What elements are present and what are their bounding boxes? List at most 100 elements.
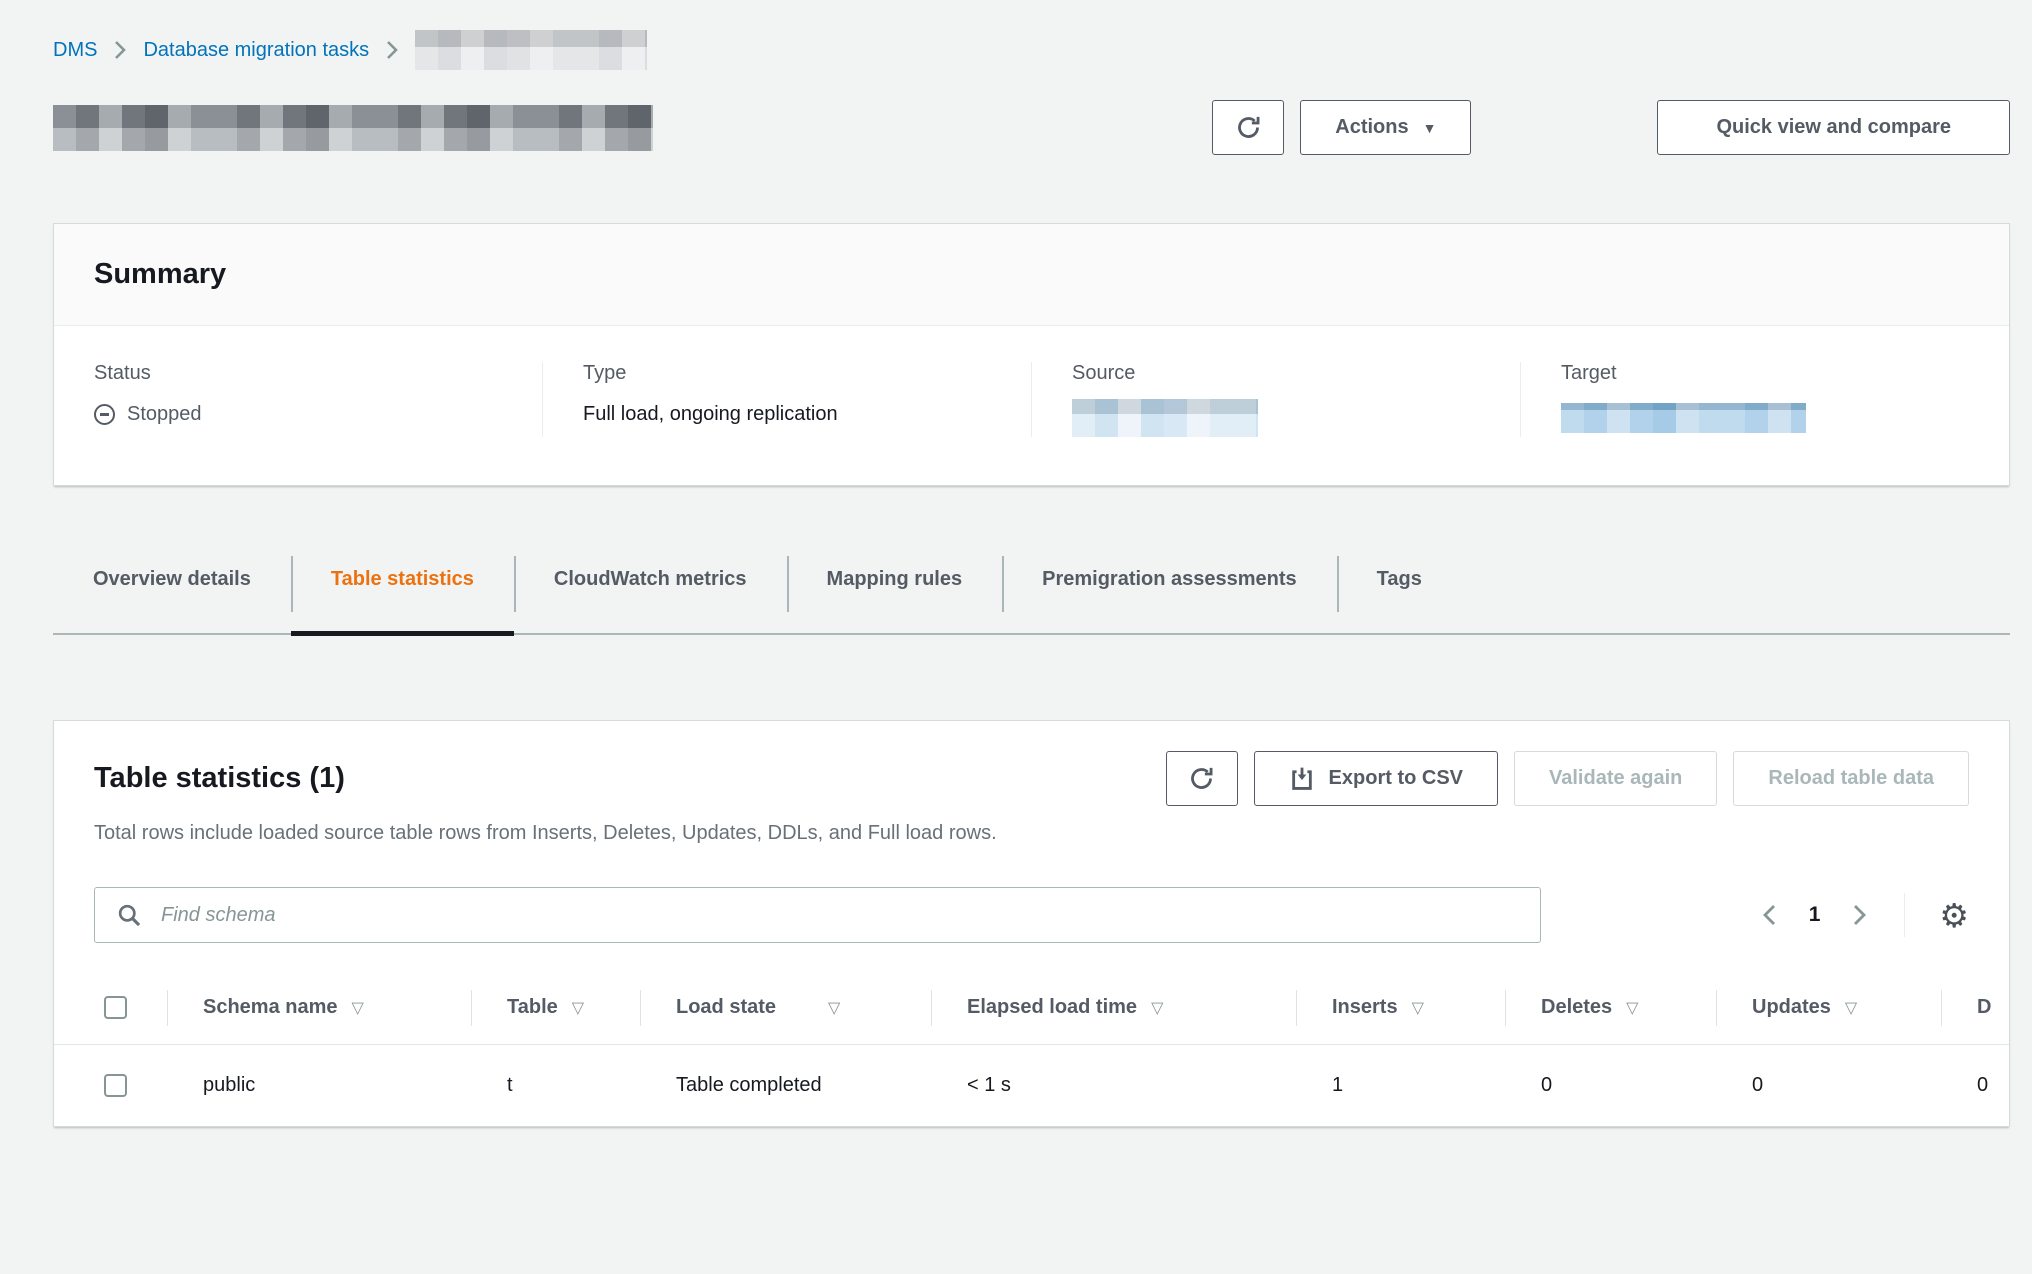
previous-page-button[interactable]: [1759, 902, 1781, 928]
cell-load-state: Table completed: [640, 1044, 931, 1126]
table-statistics-actions: Export to CSV Validate again Reload tabl…: [1166, 751, 1969, 806]
tab-overview-details[interactable]: Overview details: [53, 552, 291, 633]
gear-icon[interactable]: ⚙: [1939, 899, 1969, 932]
cell-elapsed-load-time: < 1 s: [931, 1044, 1296, 1126]
summary-field-source: Source: [1031, 362, 1520, 437]
column-label: D: [1977, 996, 1991, 1018]
quick-view-and-compare-button[interactable]: Quick view and compare: [1657, 100, 2010, 155]
source-label: Source: [1072, 362, 1480, 385]
row-select-cell: [54, 1044, 167, 1126]
sort-icon[interactable]: ▽: [1412, 1000, 1424, 1017]
chevron-right-icon: [1848, 902, 1870, 928]
column-header-deletes[interactable]: Deletes ▽: [1505, 971, 1716, 1044]
actions-button[interactable]: Actions ▼: [1300, 100, 1471, 155]
search-field: [94, 887, 1541, 943]
status-text: Stopped: [127, 403, 202, 426]
column-header-elapsed-load-time[interactable]: Elapsed load time▽: [931, 971, 1296, 1044]
sort-icon[interactable]: ▽: [1626, 1000, 1638, 1017]
redacted-source-endpoint-link[interactable]: [1072, 399, 1258, 437]
breadcrumb-link-tasks[interactable]: Database migration tasks: [143, 39, 369, 62]
column-header-schema-name[interactable]: Schema name ▽: [167, 971, 471, 1044]
summary-field-status: Status Stopped: [54, 362, 542, 437]
column-label: Deletes: [1541, 996, 1612, 1018]
column-header-ddls[interactable]: D: [1941, 971, 2009, 1044]
table-statistics-table: Schema name ▽ Table ▽ Load state ▽ Elapsed …: [54, 971, 2009, 1126]
column-label: Load state: [676, 996, 776, 1018]
search-row: 1 ⚙: [54, 845, 2009, 943]
cell-ddls: 0: [1941, 1044, 2009, 1126]
refresh-button[interactable]: [1212, 100, 1284, 155]
cell-table: t: [471, 1044, 640, 1126]
table-statistics-panel: Table statistics (1) Export to CSV: [53, 720, 2010, 1127]
refresh-icon: [1235, 114, 1262, 141]
summary-title: Summary: [94, 258, 1969, 291]
quick-view-label: Quick view and compare: [1716, 116, 1951, 139]
reload-table-data-button[interactable]: Reload table data: [1733, 751, 1969, 806]
export-to-csv-label: Export to CSV: [1329, 767, 1463, 790]
refresh-table-button[interactable]: [1166, 751, 1238, 806]
refresh-icon: [1188, 765, 1215, 792]
breadcrumb-chevron-icon: [385, 39, 399, 61]
tab-mapping-rules[interactable]: Mapping rules: [787, 552, 1003, 633]
sort-icon[interactable]: ▽: [352, 1000, 364, 1017]
type-label: Type: [583, 362, 991, 385]
summary-body: Status Stopped Type Full load, ongoing r…: [54, 326, 2009, 485]
column-header-table[interactable]: Table ▽: [471, 971, 640, 1044]
row-checkbox[interactable]: [104, 1074, 127, 1097]
table-statistics-description: Total rows include loaded source table r…: [54, 822, 2009, 845]
sort-icon[interactable]: ▽: [1845, 1000, 1857, 1017]
column-label: Table: [507, 996, 558, 1018]
validate-again-label: Validate again: [1549, 767, 1682, 790]
summary-field-target: Target: [1520, 362, 2009, 437]
breadcrumb-link-dms[interactable]: DMS: [53, 39, 97, 62]
summary-panel-header: Summary: [54, 224, 2009, 326]
next-page-button[interactable]: [1848, 902, 1870, 928]
redacted-target-endpoint-link[interactable]: [1561, 403, 1806, 433]
column-header-updates[interactable]: Updates ▽: [1716, 971, 1941, 1044]
summary-panel: Summary Status Stopped Type Full load, o…: [53, 223, 2010, 486]
column-label: Inserts: [1332, 996, 1398, 1018]
column-label: Updates: [1752, 996, 1831, 1018]
validate-again-button[interactable]: Validate again: [1514, 751, 1717, 806]
cell-deletes: 0: [1505, 1044, 1716, 1126]
cell-schema-name: public: [167, 1044, 471, 1126]
current-page-number: 1: [1809, 903, 1821, 927]
table-header-row: Schema name ▽ Table ▽ Load state ▽ Elapsed …: [54, 971, 2009, 1044]
page-header: Actions ▼ Quick view and compare: [53, 100, 2010, 155]
summary-field-type: Type Full load, ongoing replication: [542, 362, 1031, 437]
table-statistics-table-wrapper: Schema name ▽ Table ▽ Load state ▽ Elapsed …: [54, 971, 2009, 1126]
target-label: Target: [1561, 362, 1969, 385]
pagination-divider: [1904, 893, 1905, 937]
table-statistics-title: Table statistics (1): [94, 762, 345, 795]
tab-cloudwatch-metrics[interactable]: CloudWatch metrics: [514, 552, 787, 633]
cell-updates: 0: [1716, 1044, 1941, 1126]
pagination: 1 ⚙: [1759, 893, 1969, 937]
search-icon: [116, 902, 143, 929]
column-header-load-state[interactable]: Load state ▽: [640, 971, 931, 1044]
sort-icon[interactable]: ▽: [828, 1000, 840, 1017]
find-schema-input[interactable]: [94, 887, 1541, 943]
cell-inserts: 1: [1296, 1044, 1505, 1126]
breadcrumb: DMS Database migration tasks: [53, 30, 2010, 70]
sort-icon[interactable]: ▽: [572, 1000, 584, 1017]
export-to-csv-button[interactable]: Export to CSV: [1254, 751, 1498, 806]
actions-button-label: Actions: [1335, 116, 1408, 139]
tab-table-statistics[interactable]: Table statistics: [291, 552, 514, 633]
tab-tags[interactable]: Tags: [1337, 552, 1462, 633]
table-row: public t Table completed < 1 s 1 0 0 0: [54, 1044, 2009, 1126]
header-actions: Actions ▼ Quick view and compare: [1212, 100, 2010, 155]
column-label: Schema name: [203, 996, 338, 1018]
breadcrumb-chevron-icon: [113, 39, 127, 61]
type-value: Full load, ongoing replication: [583, 403, 991, 426]
stopped-icon: [94, 404, 115, 425]
caret-down-icon: ▼: [1423, 121, 1437, 135]
redacted-task-name-breadcrumb: [415, 30, 647, 70]
column-header-inserts[interactable]: Inserts ▽: [1296, 971, 1505, 1044]
select-all-checkbox[interactable]: [104, 996, 127, 1019]
table-statistics-header: Table statistics (1) Export to CSV: [54, 721, 2009, 806]
dms-task-page: DMS Database migration tasks Actions ▼ Q…: [0, 0, 2032, 1127]
sort-icon[interactable]: ▽: [1151, 1000, 1163, 1017]
chevron-left-icon: [1759, 902, 1781, 928]
redacted-page-title: [53, 105, 653, 151]
tab-premigration-assessments[interactable]: Premigration assessments: [1002, 552, 1337, 633]
